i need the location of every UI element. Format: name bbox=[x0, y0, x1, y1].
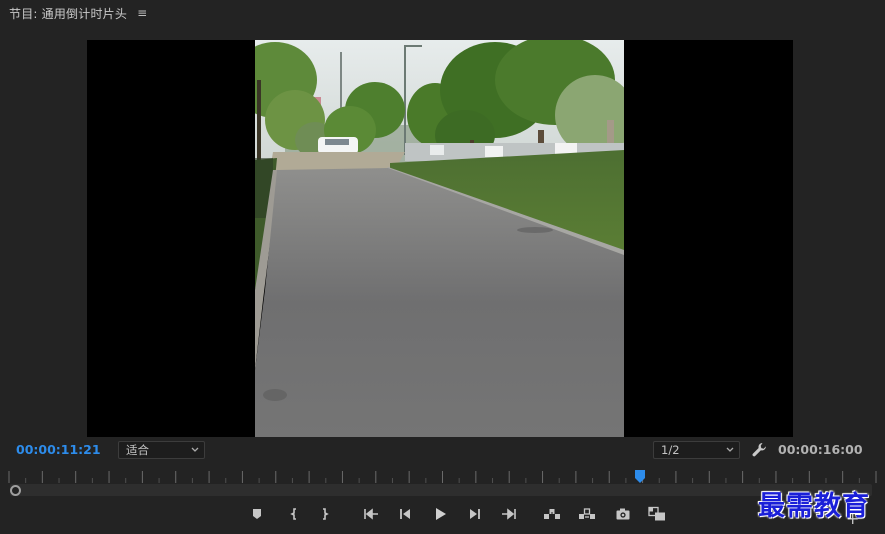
go-to-in-icon bbox=[364, 508, 378, 520]
mark-out-button[interactable] bbox=[314, 503, 336, 525]
wrench-icon[interactable] bbox=[750, 441, 768, 459]
play-icon bbox=[436, 508, 446, 520]
add-marker-icon bbox=[253, 509, 261, 519]
watermark-logo: 最需教育 bbox=[758, 491, 870, 522]
panel-header: 节目: 通用倒计时片头 ≡ bbox=[0, 0, 885, 26]
zoom-select-value: 适合 bbox=[126, 443, 149, 457]
go-to-out-button[interactable] bbox=[498, 503, 520, 525]
resolution-select[interactable]: 1/2 bbox=[653, 441, 740, 459]
step-forward-button[interactable] bbox=[464, 503, 486, 525]
current-timecode[interactable]: 00:00:11:21 bbox=[16, 442, 101, 457]
video-frame bbox=[255, 40, 624, 437]
zoom-scroll-handle[interactable] bbox=[10, 485, 21, 496]
mark-in-icon bbox=[290, 508, 296, 520]
mark-in-button[interactable] bbox=[283, 503, 305, 525]
playhead[interactable] bbox=[634, 470, 646, 484]
step-forward-icon bbox=[470, 509, 480, 519]
play-button[interactable] bbox=[429, 503, 451, 525]
mark-out-icon bbox=[323, 508, 329, 520]
duration-timecode: 00:00:16:00 bbox=[778, 442, 863, 457]
comparison-view-button[interactable] bbox=[646, 503, 668, 525]
zoom-select[interactable]: 适合 bbox=[118, 441, 205, 459]
go-to-out-icon bbox=[502, 508, 516, 520]
lift-icon bbox=[544, 509, 560, 519]
resolution-select-value: 1/2 bbox=[661, 443, 680, 457]
panel-title[interactable]: 节目: 通用倒计时片头 bbox=[9, 5, 127, 22]
time-ruler[interactable] bbox=[8, 468, 877, 484]
program-monitor[interactable] bbox=[87, 40, 793, 437]
chevron-down-icon bbox=[726, 447, 734, 452]
export-frame-button[interactable] bbox=[612, 503, 634, 525]
extract-button[interactable] bbox=[576, 503, 598, 525]
lift-button[interactable] bbox=[541, 503, 563, 525]
comparison-view-icon bbox=[648, 506, 665, 521]
export-frame-icon bbox=[616, 508, 630, 520]
add-marker-button[interactable] bbox=[246, 503, 268, 525]
chevron-down-icon bbox=[191, 447, 199, 452]
step-back-icon bbox=[400, 509, 410, 519]
transport-controls bbox=[0, 503, 885, 525]
extract-icon bbox=[579, 508, 595, 519]
monitor-controls: 00:00:11:21 适合 1/2 00:00:16:00 bbox=[0, 438, 885, 462]
step-back-button[interactable] bbox=[394, 503, 416, 525]
zoom-scroll-bar[interactable] bbox=[10, 484, 872, 496]
road-scene-image bbox=[255, 40, 624, 437]
go-to-in-button[interactable] bbox=[360, 503, 382, 525]
hamburger-icon[interactable]: ≡ bbox=[137, 7, 147, 19]
